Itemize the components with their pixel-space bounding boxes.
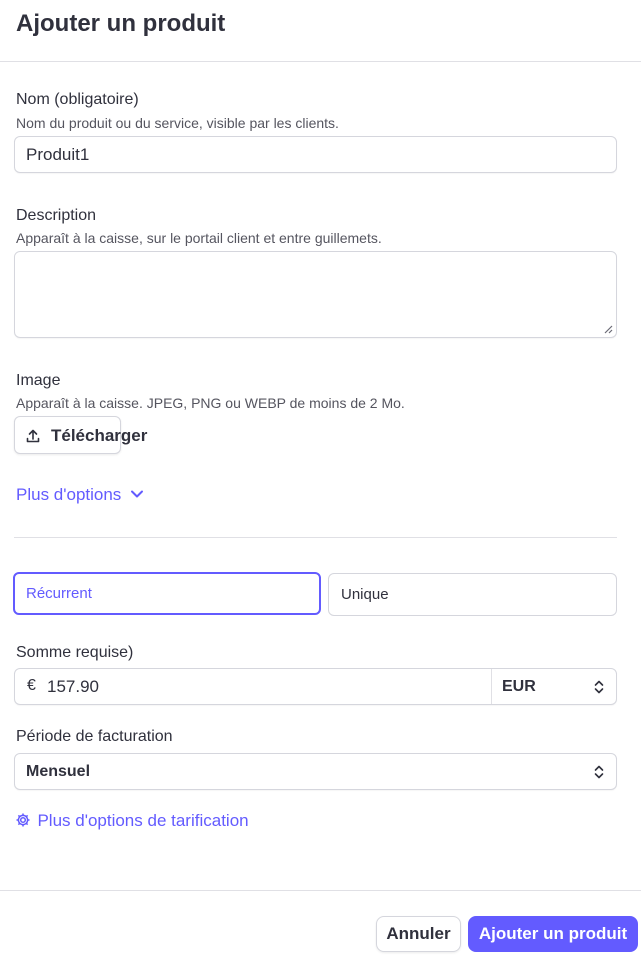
billing-period-select[interactable]: Mensuel: [14, 753, 617, 790]
select-arrows-icon: [594, 765, 604, 779]
pricing-option-recurring-label: Récurrent: [26, 585, 92, 602]
pricing-option-one-time-label: Unique: [341, 586, 389, 603]
amount-label: Somme requise): [16, 644, 134, 661]
upload-button[interactable]: Télécharger: [14, 416, 147, 454]
resize-handle-icon[interactable]: [603, 324, 613, 334]
pricing-option-recurring[interactable]: Récurrent: [13, 572, 321, 615]
image-label: Image: [16, 372, 61, 389]
currency-select[interactable]: EUR: [492, 669, 616, 704]
description-label: Description: [16, 207, 97, 224]
image-hint: Apparaît à la caisse. JPEG, PNG ou WEBP …: [16, 395, 405, 411]
page-title: Ajouter un produit: [16, 10, 226, 37]
name-input-value: Produit1: [26, 145, 90, 164]
description-hint: Apparaît à la caisse, sur le portail cli…: [16, 230, 382, 246]
header-divider: [0, 61, 641, 62]
name-hint: Nom du produit ou du service, visible pa…: [16, 115, 339, 131]
more-options-label: Plus d'options: [16, 485, 122, 504]
name-input[interactable]: Produit1: [14, 136, 617, 173]
name-label: Nom (obligatoire): [16, 91, 139, 108]
more-options-link[interactable]: Plus d'options: [16, 485, 144, 505]
cancel-button[interactable]: Annuler: [376, 916, 461, 952]
upload-icon: [26, 429, 40, 443]
billing-period-label: Période de facturation: [16, 728, 173, 745]
amount-input[interactable]: 157.90: [47, 677, 99, 697]
select-arrows-icon: [594, 680, 604, 694]
gear-icon: [16, 813, 30, 827]
more-pricing-options-label: Plus d'options de tarification: [37, 811, 249, 830]
pricing-option-one-time[interactable]: Unique: [328, 573, 617, 616]
add-product-button[interactable]: Ajouter un produit: [468, 916, 638, 952]
section-divider: [14, 537, 617, 538]
currency-symbol: €: [27, 677, 36, 694]
footer-divider: [0, 890, 641, 891]
amount-field: € 157.90 EUR: [14, 668, 617, 705]
more-pricing-options-link[interactable]: Plus d'options de tarification: [15, 811, 249, 831]
description-textarea[interactable]: [14, 251, 617, 338]
chevron-down-icon: [130, 490, 143, 498]
billing-period-value: Mensuel: [26, 763, 91, 780]
currency-select-value: EUR: [502, 678, 536, 695]
upload-button-label: Télécharger: [51, 426, 148, 445]
